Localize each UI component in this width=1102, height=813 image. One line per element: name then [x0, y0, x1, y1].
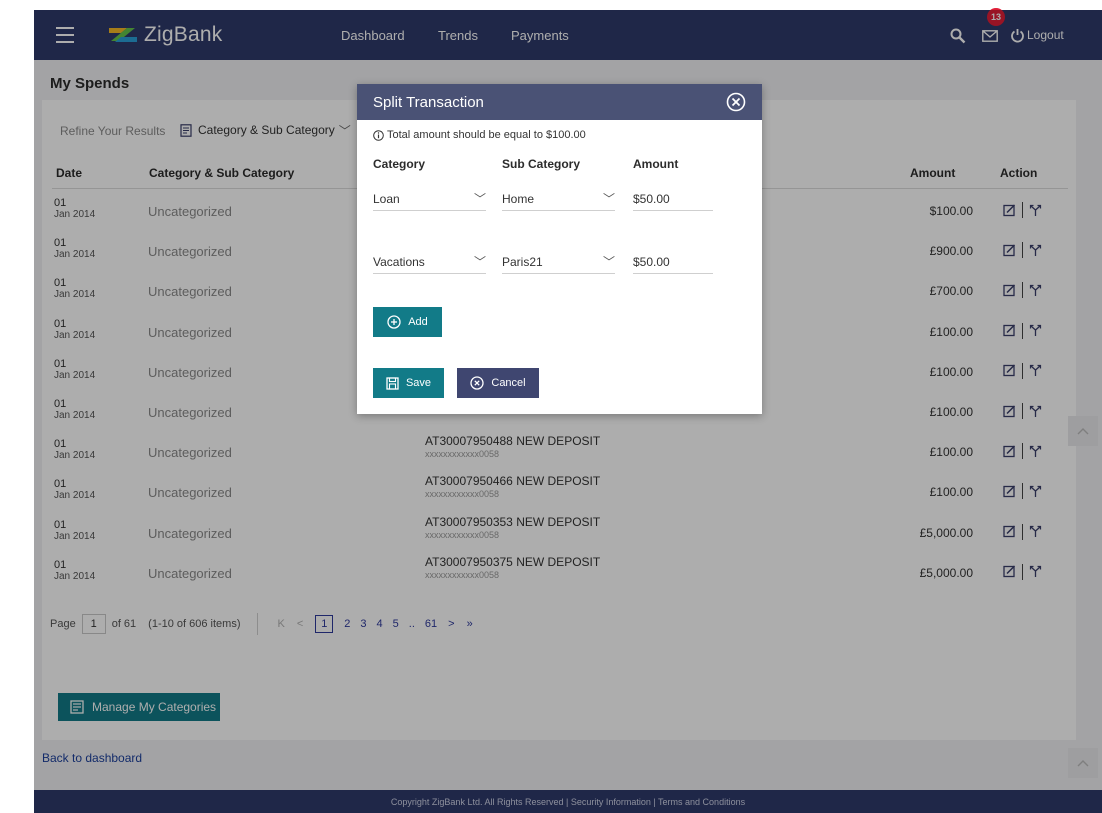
split-1-category-select[interactable]: Loan ﹀ [373, 187, 486, 211]
chevron-down-icon: ﹀ [473, 255, 486, 269]
info-icon [373, 129, 384, 141]
split-2-category-select[interactable]: Vacations ﹀ [373, 250, 486, 274]
split-1-subcategory-select[interactable]: Home ﹀ [502, 187, 615, 211]
cancel-label: Cancel [491, 377, 526, 389]
split-column-subcategory: Sub Category [502, 157, 581, 171]
plus-circle-icon [387, 315, 401, 329]
note-text: Total amount should be equal to $100.00 [387, 129, 586, 141]
save-icon [386, 376, 399, 390]
cancel-button[interactable]: Cancel [457, 368, 539, 398]
total-amount-note: Total amount should be equal to $100.00 [373, 129, 586, 141]
split-2-subcategory-select[interactable]: Paris21 ﹀ [502, 250, 615, 274]
split-transaction-dialog: Split Transaction Total amount should be… [357, 84, 762, 414]
dialog-header: Split Transaction [357, 84, 762, 120]
chevron-down-icon: ﹀ [602, 255, 615, 269]
split-2-amount-input[interactable]: $50.00 [633, 250, 713, 274]
split-2-category-value: Vacations [373, 254, 425, 269]
split-1-amount-input[interactable]: $50.00 [633, 187, 713, 211]
chevron-down-icon: ﹀ [473, 192, 486, 206]
modal-backdrop-footer [34, 790, 1102, 813]
add-label: Add [408, 316, 428, 328]
split-1-subcategory-value: Home [502, 191, 535, 206]
split-1-category-value: Loan [373, 191, 400, 206]
split-column-amount: Amount [633, 157, 679, 171]
cancel-circle-icon [470, 376, 485, 390]
dialog-title: Split Transaction [373, 93, 484, 111]
save-button[interactable]: Save [373, 368, 444, 398]
save-label: Save [405, 377, 432, 389]
chevron-down-icon: ﹀ [602, 192, 615, 206]
add-split-button[interactable]: Add [373, 307, 442, 337]
split-column-category: Category [373, 157, 426, 171]
close-icon[interactable] [726, 92, 746, 112]
split-2-subcategory-value: Paris21 [502, 254, 543, 269]
modal-backdrop-header [34, 10, 1102, 60]
